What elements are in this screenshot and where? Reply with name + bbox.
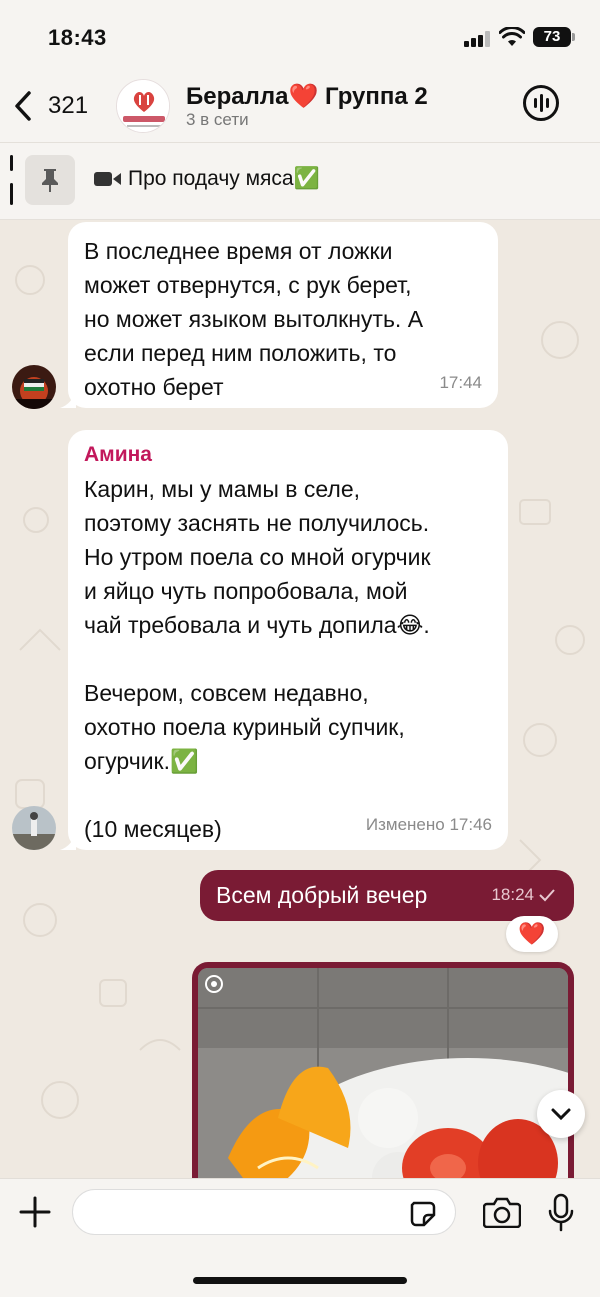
- food-photo: [198, 968, 568, 1178]
- outgoing-message-bubble[interactable]: Всем добрый вечер 18:24: [200, 870, 574, 921]
- battery-icon: 73: [533, 27, 571, 47]
- status-bar: 18:43 73: [0, 0, 600, 70]
- sender-avatar[interactable]: [12, 806, 56, 850]
- sticker-icon[interactable]: [410, 1201, 436, 1227]
- message-time: 17:44: [439, 373, 482, 392]
- pin-rail-segment: [10, 155, 13, 171]
- group-title[interactable]: Бералла❤️ Группа 2: [186, 82, 428, 111]
- pin-icon: [25, 155, 75, 205]
- chat-area[interactable]: В последнее время от ложки может отверну…: [0, 220, 600, 1178]
- scroll-down-button[interactable]: [537, 1090, 585, 1138]
- checkmark-icon: [539, 889, 555, 902]
- video-icon: [94, 172, 121, 186]
- back-button[interactable]: 321: [12, 88, 88, 124]
- photo-message[interactable]: [192, 962, 574, 1178]
- signal-icon: [464, 31, 490, 47]
- plus-icon[interactable]: [18, 1195, 52, 1229]
- pin-rail-segment: [10, 183, 13, 205]
- message-time: Изменено 17:46: [365, 815, 492, 834]
- message-bubble[interactable]: Амина Карин, мы у мамы в селе, поэтому з…: [68, 430, 508, 850]
- message-input[interactable]: [72, 1189, 456, 1235]
- message-time: 18:24: [491, 885, 534, 904]
- home-indicator: [193, 1277, 407, 1284]
- pinned-text: Про подачу мяса✅: [128, 167, 320, 190]
- message-time-wrapper: 18:24: [491, 878, 556, 912]
- voice-chat-button[interactable]: [523, 85, 559, 121]
- unread-count: 321: [48, 92, 89, 119]
- battery-cap: [572, 33, 575, 41]
- pinned-label: Про подачу мяса✅: [94, 167, 320, 191]
- online-status: 3 в сети: [186, 110, 249, 129]
- chevron-left-icon: [15, 91, 31, 121]
- chat-header: 321 Бералла❤️ Группа 2 3 в сети: [0, 70, 600, 142]
- chevron-down-icon: [551, 1108, 571, 1121]
- status-time: 18:43: [48, 25, 107, 50]
- message-bubble[interactable]: В последнее время от ложки может отверну…: [68, 222, 498, 408]
- message-text: Карин, мы у мамы в селе, поэтому заснять…: [84, 476, 431, 842]
- microphone-icon[interactable]: [548, 1193, 574, 1233]
- sender-avatar[interactable]: [12, 365, 56, 409]
- group-avatar[interactable]: [116, 79, 170, 133]
- wifi-icon: [499, 27, 525, 46]
- reaction-heart[interactable]: ❤️: [506, 916, 558, 952]
- pinned-message-bar[interactable]: Про подачу мяса✅: [0, 142, 600, 220]
- message-text: В последнее время от ложки может отверну…: [84, 238, 424, 400]
- input-bar: [0, 1178, 600, 1297]
- camera-icon[interactable]: [483, 1196, 521, 1228]
- sender-name[interactable]: Амина: [84, 438, 492, 472]
- beralla-logo: [117, 80, 169, 132]
